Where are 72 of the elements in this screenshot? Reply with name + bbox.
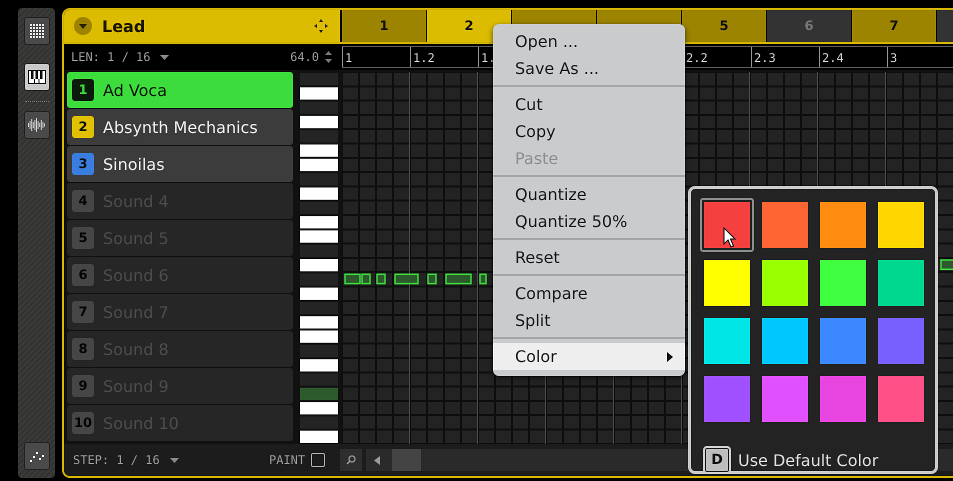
zoom-value: 64.0 [290, 50, 319, 64]
piano-view-button[interactable] [24, 63, 50, 91]
caret-icon [160, 54, 170, 60]
note[interactable] [344, 274, 361, 284]
sound-slot[interactable]: 2 Absynth Mechanics [67, 109, 293, 145]
levels-view-button[interactable] [24, 442, 50, 470]
pattern-tab[interactable]: 1 [342, 10, 426, 42]
sound-number: 5 [72, 227, 94, 249]
dropdown-icon [74, 17, 92, 35]
grid-view-button[interactable] [24, 17, 50, 45]
paint-checkbox[interactable] [311, 453, 326, 467]
menu-item[interactable]: Compare [493, 280, 685, 307]
levels-icon [30, 450, 44, 462]
sound-number: 1 [72, 79, 94, 101]
sound-number: 4 [72, 190, 94, 212]
note[interactable] [361, 274, 371, 284]
sound-number: 6 [72, 264, 94, 286]
menu-item[interactable]: Copy [493, 118, 685, 145]
note[interactable] [427, 274, 437, 284]
ruler-label: 1.2 [412, 51, 435, 65]
piano-icon [28, 70, 46, 84]
note[interactable] [479, 274, 487, 284]
ruler-label: 3 [889, 51, 898, 65]
search-button[interactable] [340, 449, 362, 471]
length-dropdown[interactable]: LEN: 1 / 16 [71, 50, 284, 64]
note[interactable] [376, 274, 386, 284]
note[interactable] [394, 274, 419, 284]
menu-item[interactable]: Cut [493, 91, 685, 118]
menu-item[interactable]: Color [493, 343, 685, 370]
search-icon [346, 455, 356, 465]
sound-number: 10 [72, 412, 94, 434]
note[interactable] [445, 274, 472, 284]
mouse-pointer-icon [723, 227, 736, 248]
waveform-view-button[interactable] [24, 111, 50, 139]
sound-number: 2 [72, 116, 94, 138]
piano-keyboard[interactable] [300, 72, 338, 444]
ruler-label: 1 [344, 51, 352, 65]
sound-number: 8 [72, 338, 94, 360]
waveform-icon [28, 117, 46, 133]
ruler-label: 1. [480, 51, 496, 65]
sound-name: Ad Voca [103, 80, 167, 100]
menu-item[interactable]: Quantize [493, 181, 685, 208]
grid-icon [30, 24, 44, 38]
menu-item[interactable]: Reset [493, 244, 685, 271]
step-dropdown[interactable]: STEP: 1 / 16 [73, 453, 253, 467]
menu-item[interactable]: Split [493, 307, 685, 334]
menu-item[interactable]: Quantize 50% [493, 208, 685, 235]
pattern-tab[interactable]: 5 [682, 10, 766, 42]
sound-name: Sinoilas [103, 154, 165, 174]
ruler-label: 2.4 [821, 51, 844, 65]
move-icon [314, 19, 328, 33]
sound-slot[interactable]: 3 Sinoilas [67, 146, 293, 182]
paint-label: PAINT [269, 453, 306, 467]
menu-item[interactable]: Save As ... [493, 55, 685, 82]
stepper-icon [325, 51, 332, 63]
scroll-left-icon [374, 456, 380, 464]
submenu-arrow-icon [667, 352, 673, 362]
key-badge: D [703, 446, 731, 474]
default-color-option[interactable]: Use Default Color [738, 450, 878, 470]
sound-slot[interactable]: 1 Ad Voca [67, 72, 293, 108]
note[interactable] [940, 259, 953, 270]
pattern-tab[interactable]: 7 [852, 10, 936, 42]
sound-number: 9 [72, 375, 94, 397]
sound-number: 7 [72, 301, 94, 323]
color-swatch[interactable] [700, 198, 754, 252]
group-name: Lead [102, 16, 146, 36]
caret-icon [170, 458, 179, 462]
sound-name: Absynth Mechanics [103, 118, 258, 136]
sound-number: 3 [72, 153, 94, 175]
ruler-label: 2.3 [753, 51, 776, 65]
ruler-label: 2.2 [685, 51, 708, 65]
scrollbar-thumb[interactable] [392, 449, 422, 471]
